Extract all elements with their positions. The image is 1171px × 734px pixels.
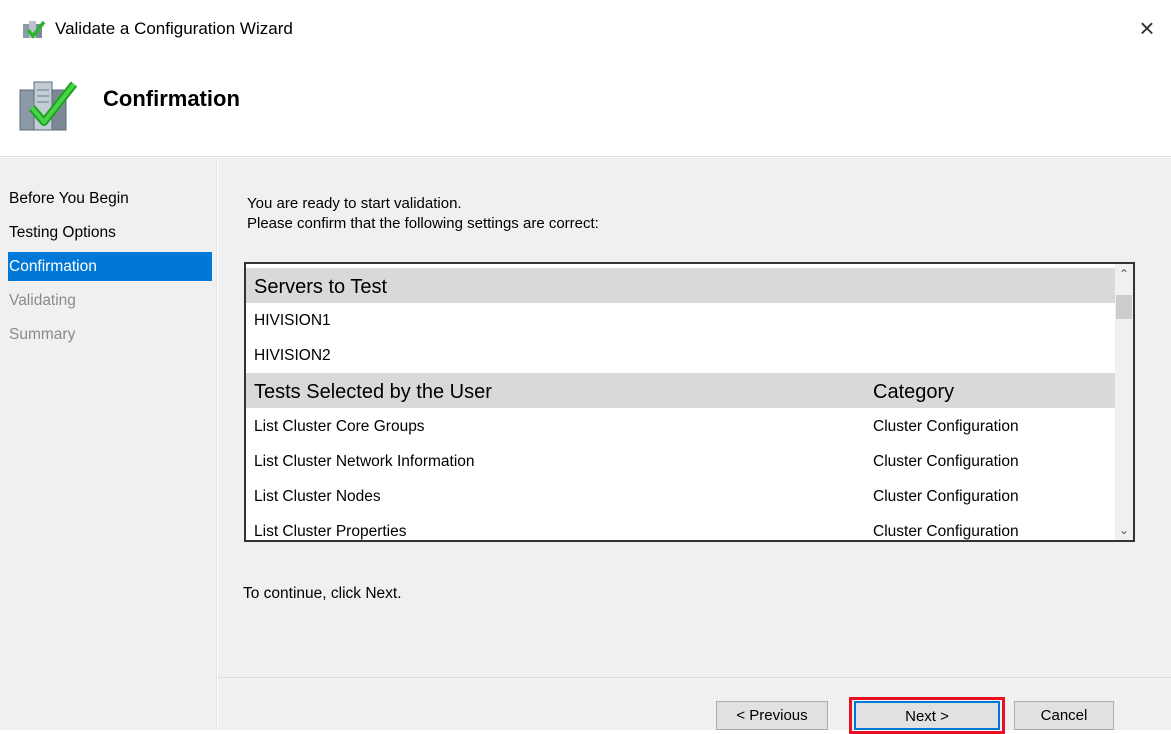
main-content: You are ready to start validation. Pleas… (218, 158, 1171, 730)
server-name: HIVISION2 (254, 347, 331, 364)
test-category: Cluster Configuration (873, 453, 1019, 470)
instruction-text: Please confirm that the following settin… (247, 215, 599, 232)
settings-listbox[interactable]: Servers to Test HIVISION1 HIVISION2 Test… (244, 262, 1135, 542)
continue-instruction: To continue, click Next. (243, 585, 402, 602)
test-category: Cluster Configuration (873, 418, 1019, 435)
test-name: List Cluster Nodes (254, 488, 381, 505)
scrollbar-thumb[interactable] (1116, 295, 1132, 319)
test-name: List Cluster Network Information (254, 453, 475, 470)
table-row: List Cluster Nodes Cluster Configuration (246, 479, 1117, 514)
page-title: Confirmation (103, 86, 240, 111)
test-name: List Cluster Core Groups (254, 418, 425, 435)
vertical-scrollbar[interactable]: ⌃ ⌄ (1115, 264, 1133, 540)
next-button[interactable]: Next > (854, 701, 1000, 730)
test-category: Cluster Configuration (873, 488, 1019, 505)
scroll-up-icon[interactable]: ⌃ (1115, 264, 1133, 282)
close-button[interactable]: × (1129, 10, 1165, 46)
title-bar: Validate a Configuration Wizard × (0, 0, 1171, 60)
table-row: List Cluster Network Information Cluster… (246, 444, 1117, 479)
servers-checkmark-icon (16, 74, 80, 138)
tests-header-label: Tests Selected by the User (254, 381, 492, 403)
list-item: HIVISION1 (246, 303, 1117, 338)
cancel-button[interactable]: Cancel (1014, 701, 1114, 730)
sidebar-item-confirmation[interactable]: Confirmation (8, 252, 212, 281)
wizard-header: Confirmation (0, 60, 1171, 157)
previous-button[interactable]: < Previous (716, 701, 828, 730)
sidebar-item-before-you-begin[interactable]: Before You Begin (8, 184, 212, 213)
cluster-wizard-icon (22, 18, 46, 42)
test-category: Cluster Configuration (873, 523, 1019, 540)
server-name: HIVISION1 (254, 312, 331, 329)
servers-header-label: Servers to Test (254, 276, 388, 298)
button-bar: < Previous Next > Cancel (218, 677, 1171, 734)
list-item: HIVISION2 (246, 338, 1117, 373)
sidebar-item-validating: Validating (9, 292, 76, 309)
sidebar-item-summary: Summary (9, 326, 76, 343)
scroll-down-icon[interactable]: ⌄ (1115, 522, 1133, 540)
intro-text: You are ready to start validation. (247, 195, 462, 212)
sidebar-item-testing-options[interactable]: Testing Options (8, 218, 212, 247)
servers-section-header: Servers to Test (246, 268, 1117, 303)
wizard-steps-sidebar: Before You Begin Testing Options Confirm… (0, 158, 217, 730)
listbox-content: Servers to Test HIVISION1 HIVISION2 Test… (246, 264, 1117, 540)
tests-section-header: Tests Selected by the User Category (246, 373, 1117, 408)
test-name: List Cluster Properties (254, 523, 407, 540)
window-title: Validate a Configuration Wizard (55, 19, 293, 38)
category-header-label: Category (873, 381, 955, 403)
table-row: List Cluster Properties Cluster Configur… (246, 514, 1117, 540)
table-row: List Cluster Core Groups Cluster Configu… (246, 409, 1117, 444)
